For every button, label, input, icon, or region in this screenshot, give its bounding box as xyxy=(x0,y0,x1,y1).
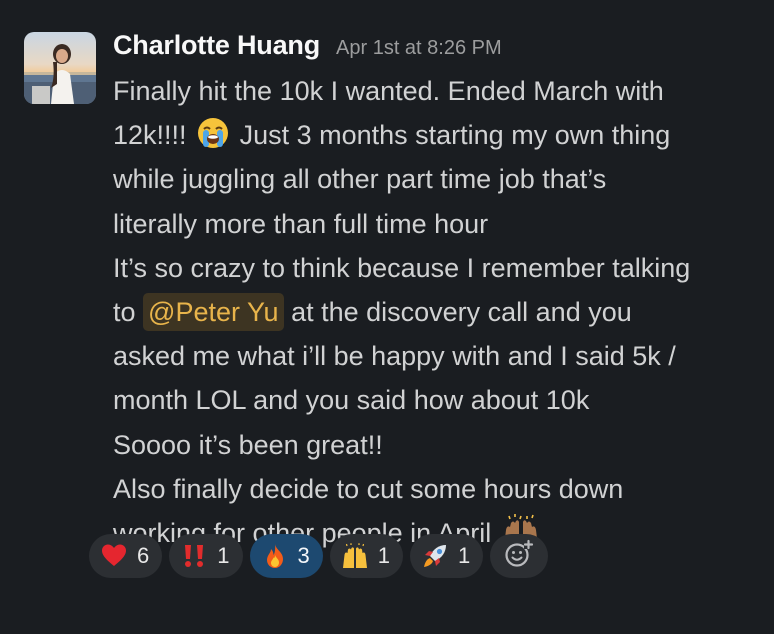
add-emoji-icon xyxy=(504,539,534,574)
reaction-count: 6 xyxy=(137,543,150,568)
message-text: 12k!!!! xyxy=(113,120,187,151)
reaction-count: 1 xyxy=(377,543,390,568)
reaction-count: 1 xyxy=(458,543,471,568)
loudly-crying-face-icon xyxy=(196,116,230,150)
timestamp[interactable]: Apr 1st at 8:26 PM xyxy=(336,37,502,60)
red-heart-icon xyxy=(101,543,127,569)
message-line: Also finally decide to cut some hours do… xyxy=(113,473,624,504)
message-line: while juggling all other part time job t… xyxy=(113,164,607,195)
reaction-rocket[interactable]: 1 xyxy=(410,534,484,578)
message-line: Soooo it’s been great!! xyxy=(113,429,383,460)
reaction-count: 1 xyxy=(217,543,230,568)
double-exclamation-icon xyxy=(181,543,207,569)
reactions-bar: 6 1 3 1 1 xyxy=(89,534,549,578)
add-reaction-button[interactable] xyxy=(490,534,549,578)
raising-hands-icon xyxy=(342,543,368,569)
message-text: at the discovery call and you xyxy=(291,296,632,327)
message-line: It’s so crazy to think because I remembe… xyxy=(113,252,691,283)
sender-name[interactable]: Charlotte Huang xyxy=(113,30,320,61)
message-header: Charlotte Huang Apr 1st at 8:26 PM xyxy=(113,30,753,70)
reaction-fire[interactable]: 3 xyxy=(249,534,323,578)
reaction-double-exclamation[interactable]: 1 xyxy=(169,534,243,578)
message-body: Finally hit the 10k I wanted. Ended Marc… xyxy=(113,69,753,555)
rocket-icon xyxy=(422,543,448,569)
message-line: month LOL and you said how about 10k xyxy=(113,385,590,416)
fire-icon xyxy=(262,543,288,569)
message-line: 12k!!!! Just 3 months starting my own th… xyxy=(113,113,753,157)
message-text: Just 3 months starting my own thing xyxy=(239,120,671,151)
message-text: to xyxy=(113,296,136,327)
message-content: Charlotte Huang Apr 1st at 8:26 PM Final… xyxy=(113,30,753,555)
user-mention[interactable]: @Peter Yu xyxy=(143,292,284,331)
message-line: asked me what i’ll be happy with and I s… xyxy=(113,341,676,372)
message-line: to @Peter Yu at the discovery call and y… xyxy=(113,290,753,334)
reaction-count: 3 xyxy=(297,543,310,568)
message-line: Finally hit the 10k I wanted. Ended Marc… xyxy=(113,76,664,106)
message-line: literally more than full time hour xyxy=(113,208,489,239)
avatar[interactable] xyxy=(24,32,96,104)
reaction-raising-hands[interactable]: 1 xyxy=(329,534,403,578)
reaction-red-heart[interactable]: 6 xyxy=(89,534,163,578)
